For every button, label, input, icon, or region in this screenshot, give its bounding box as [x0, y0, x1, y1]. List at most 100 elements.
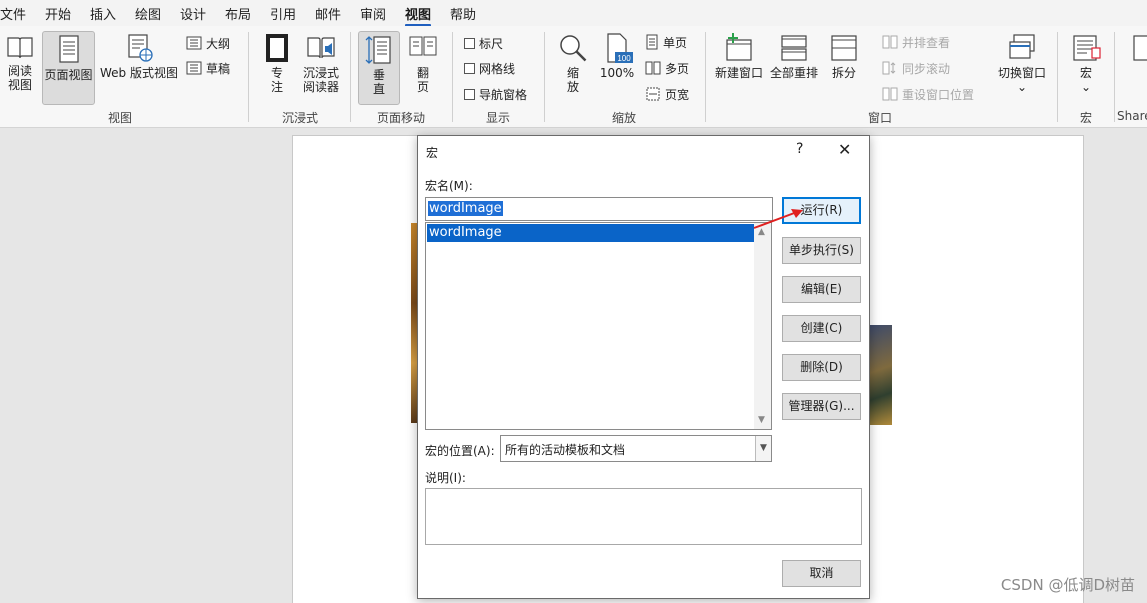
page-width-icon	[646, 87, 660, 101]
one-page-button[interactable]: 单页	[645, 33, 687, 51]
close-icon[interactable]: ✕	[838, 140, 851, 159]
organizer-button[interactable]: 管理器(G)...	[782, 393, 861, 420]
hundred-percent-icon: 100	[607, 33, 633, 63]
vertical-icon	[365, 36, 391, 64]
chevron-down-icon[interactable]: ▼	[755, 436, 771, 461]
outline-icon	[186, 36, 202, 50]
nav-pane-checkbox[interactable]: 导航窗格	[464, 85, 527, 103]
macro-list[interactable]: wordImage ▲ ▼	[425, 222, 772, 430]
macro-name-input[interactable]: wordImage	[425, 197, 773, 221]
macro-location-label: 宏的位置(A):	[425, 444, 495, 458]
focus-button[interactable]: 专 注	[258, 32, 296, 104]
view-side-by-side-button[interactable]: 并排查看	[882, 33, 950, 51]
checkbox-icon	[464, 37, 475, 49]
macro-icon	[1073, 35, 1101, 61]
dialog-title: 宏	[426, 146, 439, 160]
one-page-icon	[646, 34, 658, 50]
checkbox-icon	[464, 88, 475, 100]
draft-button[interactable]: 草稿	[186, 59, 230, 77]
page-icon	[58, 35, 79, 63]
menu-insert[interactable]: 插入	[90, 4, 116, 23]
immersive-reader-icon	[307, 37, 335, 59]
web-layout-button[interactable]: Web 版式视图	[98, 32, 180, 104]
menu-draw[interactable]: 绘图	[135, 4, 161, 23]
svg-text:100: 100	[617, 54, 631, 63]
arrange-all-button[interactable]: 全部重排	[768, 32, 820, 104]
group-label-page-movement: 页面移动	[376, 111, 425, 125]
menu-home[interactable]: 开始	[45, 4, 71, 23]
group-label-macros: 宏	[1079, 111, 1092, 125]
outline-button[interactable]: 大纲	[186, 34, 230, 52]
share-button-partial[interactable]	[1120, 32, 1147, 104]
group-separator	[248, 32, 249, 122]
multiple-pages-icon	[645, 61, 661, 75]
ruler-checkbox[interactable]: 标尺	[464, 34, 503, 52]
arrange-all-icon	[781, 35, 807, 61]
group-separator	[350, 32, 351, 122]
draft-icon	[186, 61, 202, 75]
group-label-share: Share	[1117, 109, 1147, 123]
print-layout-button[interactable]: 页面视图	[42, 31, 95, 105]
group-label-show: 显示	[485, 111, 510, 125]
group-label-views: 视图	[107, 111, 132, 125]
menu-help[interactable]: 帮助	[450, 4, 476, 23]
immersive-reader-button[interactable]: 沉浸式 阅读器	[300, 32, 342, 104]
book-icon	[7, 37, 33, 59]
chevron-down-icon: ⌄	[1080, 80, 1092, 94]
chevron-down-icon: ⌄	[1016, 80, 1028, 94]
new-window-icon	[726, 33, 752, 61]
menu-review[interactable]: 审阅	[360, 4, 386, 23]
menu-file[interactable]: 文件	[0, 4, 26, 23]
delete-button[interactable]: 删除(D)	[782, 354, 861, 381]
switch-windows-icon	[1009, 34, 1035, 59]
sync-scroll-button[interactable]: 同步滚动	[882, 59, 950, 77]
gridlines-checkbox[interactable]: 网格线	[464, 59, 515, 77]
description-box	[425, 488, 862, 545]
menu-design[interactable]: 设计	[180, 4, 206, 23]
reset-window-icon	[882, 87, 898, 101]
sync-scroll-icon	[882, 61, 896, 75]
zoom-100-button[interactable]: 100 100%	[597, 32, 637, 104]
menu-layout[interactable]: 布局	[225, 4, 251, 23]
cancel-button[interactable]: 取消	[782, 560, 861, 587]
checkbox-icon	[464, 62, 475, 74]
menu-view[interactable]: 视图	[405, 4, 432, 27]
menu-references[interactable]: 引用	[270, 4, 296, 23]
macro-name-value: wordImage	[428, 201, 503, 216]
macros-button[interactable]: 宏 ⌄	[1066, 32, 1106, 104]
page-width-button[interactable]: 页宽	[645, 85, 689, 103]
zoom-button[interactable]: 缩 放	[555, 32, 591, 104]
new-window-button[interactable]: 新建窗口	[712, 32, 766, 104]
share-icon	[1133, 35, 1147, 61]
split-button[interactable]: 拆分	[826, 32, 862, 104]
step-into-button[interactable]: 单步执行(S)	[782, 237, 861, 264]
group-separator	[452, 32, 453, 122]
side-to-side-icon	[409, 36, 437, 56]
vertical-button[interactable]: 垂 直	[358, 31, 400, 105]
annotation-arrow-icon	[753, 209, 803, 229]
help-icon[interactable]: ?	[796, 141, 803, 157]
split-icon	[831, 35, 857, 61]
ribbon: 阅读 视图 页面视图 Web 版式视图 大纲 草稿 视图 专 注 沉浸式 阅读器…	[0, 26, 1147, 128]
multiple-pages-button[interactable]: 多页	[645, 59, 689, 77]
macro-name-label: 宏名(M):	[425, 179, 473, 193]
edit-button[interactable]: 编辑(E)	[782, 276, 861, 303]
reset-window-position-button[interactable]: 重设窗口位置	[882, 85, 974, 103]
list-item[interactable]: wordImage	[427, 224, 754, 242]
group-label-zoom: 缩放	[611, 111, 636, 125]
group-separator	[544, 32, 545, 122]
description-label: 说明(I):	[425, 471, 466, 485]
menu-bar: 文件 开始 插入 绘图 设计 布局 引用 邮件 审阅 视图 帮助	[0, 0, 1147, 27]
scrollbar[interactable]: ▲ ▼	[754, 223, 771, 429]
menu-mailings[interactable]: 邮件	[315, 4, 341, 23]
switch-windows-button[interactable]: 切换窗口 ⌄	[994, 32, 1050, 104]
group-label-immersive: 沉浸式	[281, 111, 318, 125]
read-mode-button[interactable]: 阅读 视图	[2, 32, 38, 104]
macro-location-select[interactable]: 所有的活动模板和文档	[500, 435, 772, 462]
create-button[interactable]: 创建(C)	[782, 315, 861, 342]
group-separator	[1114, 32, 1115, 122]
group-separator	[705, 32, 706, 122]
scroll-down-icon[interactable]: ▼	[758, 415, 765, 425]
side-to-side-button[interactable]: 翻 页	[404, 32, 442, 104]
side-by-side-icon	[882, 35, 898, 49]
